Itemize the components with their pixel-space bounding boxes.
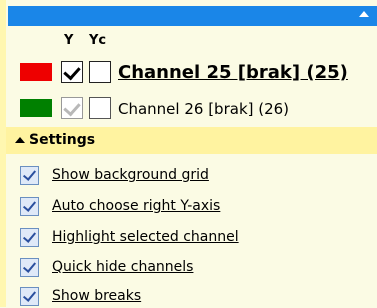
setting-checkbox[interactable] <box>20 287 39 306</box>
checkmark-icon <box>22 167 37 181</box>
checkmark-icon <box>63 62 81 81</box>
setting-label[interactable]: Show breaks <box>52 288 141 304</box>
checkmark-icon <box>63 98 81 117</box>
settings-section-header[interactable]: Settings <box>6 127 377 154</box>
y-axis-checkbox[interactable] <box>61 61 83 83</box>
setting-label[interactable]: Quick hide channels <box>52 259 193 275</box>
channel-label[interactable]: Channel 25 [brak] (25) <box>118 62 348 83</box>
setting-checkbox[interactable] <box>20 166 39 185</box>
channel-label[interactable]: Channel 26 [brak] (26) <box>118 100 289 118</box>
setting-checkbox[interactable] <box>20 228 39 247</box>
panel-titlebar[interactable] <box>8 6 377 26</box>
setting-label[interactable]: Highlight selected channel <box>52 229 239 245</box>
settings-title: Settings <box>29 132 96 148</box>
yc-axis-checkbox[interactable] <box>89 97 111 119</box>
triangle-up-icon[interactable] <box>15 137 25 143</box>
setting-checkbox[interactable] <box>20 258 39 277</box>
setting-label[interactable]: Show background grid <box>52 167 209 183</box>
setting-label[interactable]: Auto choose right Y-axis <box>52 198 220 214</box>
checkmark-icon <box>22 259 37 273</box>
y-axis-checkbox[interactable] <box>61 97 83 119</box>
column-header-y: Y <box>64 33 74 48</box>
channel-color-swatch <box>20 63 52 81</box>
checkmark-icon <box>22 198 37 212</box>
channel-color-swatch <box>20 99 52 117</box>
column-header-yc: Yc <box>89 33 107 48</box>
chevron-up-icon[interactable] <box>359 11 369 17</box>
yc-axis-checkbox[interactable] <box>89 61 111 83</box>
checkmark-icon <box>22 288 37 302</box>
checkmark-icon <box>22 229 37 243</box>
setting-checkbox[interactable] <box>20 197 39 216</box>
